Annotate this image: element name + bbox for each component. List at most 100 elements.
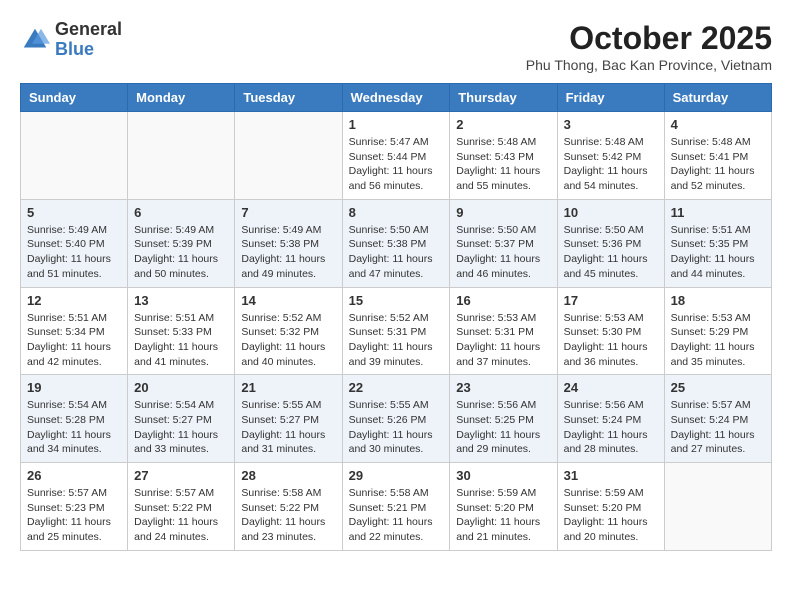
calendar-day-10: 10Sunrise: 5:50 AM Sunset: 5:36 PM Dayli… (557, 199, 664, 287)
calendar-table: SundayMondayTuesdayWednesdayThursdayFrid… (20, 83, 772, 551)
day-info: Sunrise: 5:57 AM Sunset: 5:22 PM Dayligh… (134, 486, 228, 545)
weekday-header-row: SundayMondayTuesdayWednesdayThursdayFrid… (21, 84, 772, 112)
calendar-day-17: 17 Sunrise: 5:53 AM Sunset: 5:30 PM Dayli… (557, 287, 664, 375)
day-info: Sunrise: 5:56 AM Sunset: 5:24 PM Dayligh… (564, 398, 658, 457)
day-number: 16 (456, 293, 550, 308)
calendar-day-4: 4 Sunrise: 5:48 AM Sunset: 5:41 PM Daylig… (664, 112, 771, 200)
location-subtitle: Phu Thong, Bac Kan Province, Vietnam (526, 57, 772, 73)
day-number: 12 (27, 293, 121, 308)
calendar-empty-cell (664, 463, 771, 551)
day-number: 4 (671, 117, 765, 132)
month-year-title: October 2025 (526, 20, 772, 57)
day-number: 26 (27, 468, 121, 483)
weekday-header-thursday: Thursday (450, 84, 557, 112)
calendar-day-5: 5 Sunrise: 5:49 AM Sunset: 5:40 PM Daylig… (21, 199, 128, 287)
page-header: General Blue October 2025 Phu Thong, Bac… (20, 20, 772, 73)
calendar-empty-cell (128, 112, 235, 200)
weekday-header-friday: Friday (557, 84, 664, 112)
day-info: Sunrise: 5:48 AM Sunset: 5:42 PM Dayligh… (564, 135, 658, 194)
day-info: Sunrise: 5:48 AM Sunset: 5:41 PM Dayligh… (671, 135, 765, 194)
weekday-header-wednesday: Wednesday (342, 84, 450, 112)
day-number: 3 (564, 117, 658, 132)
day-info: Sunrise: 5:50 AM Sunset: 5:38 PM Dayligh… (349, 223, 444, 282)
calendar-day-23: 23Sunrise: 5:56 AM Sunset: 5:25 PM Dayli… (450, 375, 557, 463)
day-info: Sunrise: 5:52 AM Sunset: 5:32 PM Dayligh… (241, 311, 335, 370)
day-info: Sunrise: 5:49 AM Sunset: 5:40 PM Dayligh… (27, 223, 121, 282)
logo-icon (20, 25, 50, 55)
day-info: Sunrise: 5:51 AM Sunset: 5:35 PM Dayligh… (671, 223, 765, 282)
calendar-empty-cell (21, 112, 128, 200)
day-number: 21 (241, 380, 335, 395)
calendar-week-row: 12Sunrise: 5:51 AM Sunset: 5:34 PM Dayli… (21, 287, 772, 375)
day-info: Sunrise: 5:53 AM Sunset: 5:31 PM Dayligh… (456, 311, 550, 370)
day-number: 2 (456, 117, 550, 132)
title-section: October 2025 Phu Thong, Bac Kan Province… (526, 20, 772, 73)
calendar-week-row: 5 Sunrise: 5:49 AM Sunset: 5:40 PM Daylig… (21, 199, 772, 287)
calendar-day-2: 2Sunrise: 5:48 AM Sunset: 5:43 PM Daylig… (450, 112, 557, 200)
day-number: 6 (134, 205, 228, 220)
calendar-week-row: 19 Sunrise: 5:54 AM Sunset: 5:28 PM Dayli… (21, 375, 772, 463)
calendar-day-12: 12Sunrise: 5:51 AM Sunset: 5:34 PM Dayli… (21, 287, 128, 375)
day-number: 19 (27, 380, 121, 395)
day-info: Sunrise: 5:59 AM Sunset: 5:20 PM Dayligh… (564, 486, 658, 545)
day-number: 14 (241, 293, 335, 308)
logo-blue: Blue (55, 40, 122, 60)
day-number: 30 (456, 468, 550, 483)
day-number: 28 (241, 468, 335, 483)
calendar-day-28: 28 Sunrise: 5:58 AM Sunset: 5:22 PM Dayli… (235, 463, 342, 551)
day-info: Sunrise: 5:56 AM Sunset: 5:25 PM Dayligh… (456, 398, 550, 457)
calendar-week-row: 26 Sunrise: 5:57 AM Sunset: 5:23 PM Dayli… (21, 463, 772, 551)
day-info: Sunrise: 5:54 AM Sunset: 5:28 PM Dayligh… (27, 398, 121, 457)
day-number: 17 (564, 293, 658, 308)
day-info: Sunrise: 5:58 AM Sunset: 5:21 PM Dayligh… (349, 486, 444, 545)
calendar-day-9: 9 Sunrise: 5:50 AM Sunset: 5:37 PM Daylig… (450, 199, 557, 287)
calendar-day-26: 26 Sunrise: 5:57 AM Sunset: 5:23 PM Dayli… (21, 463, 128, 551)
day-number: 13 (134, 293, 228, 308)
day-info: Sunrise: 5:58 AM Sunset: 5:22 PM Dayligh… (241, 486, 335, 545)
calendar-day-25: 25Sunrise: 5:57 AM Sunset: 5:24 PM Dayli… (664, 375, 771, 463)
day-number: 7 (241, 205, 335, 220)
day-number: 9 (456, 205, 550, 220)
day-number: 18 (671, 293, 765, 308)
logo-text: General Blue (55, 20, 122, 60)
weekday-header-tuesday: Tuesday (235, 84, 342, 112)
day-number: 27 (134, 468, 228, 483)
day-info: Sunrise: 5:54 AM Sunset: 5:27 PM Dayligh… (134, 398, 228, 457)
calendar-empty-cell (235, 112, 342, 200)
calendar-week-row: 1 Sunrise: 5:47 AM Sunset: 5:44 PM Daylig… (21, 112, 772, 200)
day-number: 5 (27, 205, 121, 220)
day-number: 11 (671, 205, 765, 220)
day-info: Sunrise: 5:52 AM Sunset: 5:31 PM Dayligh… (349, 311, 444, 370)
calendar-day-31: 31 Sunrise: 5:59 AM Sunset: 5:20 PM Dayli… (557, 463, 664, 551)
day-info: Sunrise: 5:50 AM Sunset: 5:37 PM Dayligh… (456, 223, 550, 282)
day-number: 8 (349, 205, 444, 220)
day-info: Sunrise: 5:50 AM Sunset: 5:36 PM Dayligh… (564, 223, 658, 282)
calendar-day-1: 1 Sunrise: 5:47 AM Sunset: 5:44 PM Daylig… (342, 112, 450, 200)
day-info: Sunrise: 5:49 AM Sunset: 5:39 PM Dayligh… (134, 223, 228, 282)
day-number: 1 (349, 117, 444, 132)
day-number: 29 (349, 468, 444, 483)
calendar-day-6: 6 Sunrise: 5:49 AM Sunset: 5:39 PM Daylig… (128, 199, 235, 287)
calendar-day-27: 27 Sunrise: 5:57 AM Sunset: 5:22 PM Dayli… (128, 463, 235, 551)
day-number: 31 (564, 468, 658, 483)
day-number: 24 (564, 380, 658, 395)
day-info: Sunrise: 5:57 AM Sunset: 5:23 PM Dayligh… (27, 486, 121, 545)
calendar-day-24: 24 Sunrise: 5:56 AM Sunset: 5:24 PM Dayli… (557, 375, 664, 463)
day-info: Sunrise: 5:47 AM Sunset: 5:44 PM Dayligh… (349, 135, 444, 194)
calendar-day-16: 16 Sunrise: 5:53 AM Sunset: 5:31 PM Dayli… (450, 287, 557, 375)
day-number: 20 (134, 380, 228, 395)
calendar-day-11: 11 Sunrise: 5:51 AM Sunset: 5:35 PM Dayli… (664, 199, 771, 287)
calendar-day-13: 13Sunrise: 5:51 AM Sunset: 5:33 PM Dayli… (128, 287, 235, 375)
day-info: Sunrise: 5:55 AM Sunset: 5:27 PM Dayligh… (241, 398, 335, 457)
day-number: 25 (671, 380, 765, 395)
calendar-day-15: 15 Sunrise: 5:52 AM Sunset: 5:31 PM Dayli… (342, 287, 450, 375)
day-number: 22 (349, 380, 444, 395)
day-info: Sunrise: 5:53 AM Sunset: 5:30 PM Dayligh… (564, 311, 658, 370)
calendar-day-29: 29 Sunrise: 5:58 AM Sunset: 5:21 PM Dayli… (342, 463, 450, 551)
day-info: Sunrise: 5:53 AM Sunset: 5:29 PM Dayligh… (671, 311, 765, 370)
calendar-day-19: 19 Sunrise: 5:54 AM Sunset: 5:28 PM Dayli… (21, 375, 128, 463)
calendar-day-8: 8 Sunrise: 5:50 AM Sunset: 5:38 PM Daylig… (342, 199, 450, 287)
calendar-day-20: 20 Sunrise: 5:54 AM Sunset: 5:27 PM Dayli… (128, 375, 235, 463)
day-info: Sunrise: 5:55 AM Sunset: 5:26 PM Dayligh… (349, 398, 444, 457)
day-number: 15 (349, 293, 444, 308)
